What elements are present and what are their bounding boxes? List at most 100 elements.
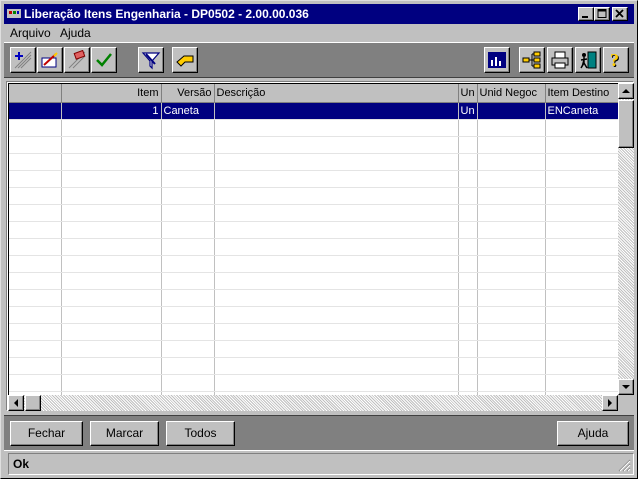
grid-cell[interactable] bbox=[214, 272, 459, 290]
vertical-scrollbar[interactable] bbox=[618, 83, 634, 395]
ajuda-button[interactable]: Ajuda bbox=[557, 421, 629, 446]
row-header[interactable] bbox=[9, 306, 62, 324]
grid-cell[interactable] bbox=[61, 221, 162, 239]
table-row-empty[interactable] bbox=[9, 272, 618, 290]
grid-cell[interactable] bbox=[214, 204, 459, 222]
grid-cell[interactable] bbox=[458, 204, 478, 222]
row-header[interactable] bbox=[9, 170, 62, 188]
grid-cell[interactable] bbox=[477, 187, 546, 205]
table-row-empty[interactable] bbox=[9, 187, 618, 205]
table-row-empty[interactable] bbox=[9, 255, 618, 273]
grid-cell[interactable] bbox=[61, 272, 162, 290]
grid-cell[interactable] bbox=[214, 340, 459, 358]
row-header[interactable] bbox=[9, 119, 62, 137]
row-header[interactable] bbox=[9, 255, 62, 273]
row-header[interactable] bbox=[9, 136, 62, 154]
grid-cell[interactable] bbox=[161, 340, 215, 358]
grid-cell[interactable] bbox=[545, 374, 618, 392]
grid-cell[interactable] bbox=[214, 323, 459, 341]
grid-cell[interactable] bbox=[161, 119, 215, 137]
grid-cell[interactable] bbox=[545, 340, 618, 358]
grid-cell[interactable] bbox=[477, 153, 546, 171]
grid-cell[interactable] bbox=[214, 119, 459, 137]
grid-cell[interactable] bbox=[214, 374, 459, 392]
row-header[interactable] bbox=[9, 102, 62, 120]
edit-button[interactable] bbox=[37, 47, 63, 73]
grid-cell[interactable] bbox=[545, 272, 618, 290]
row-header[interactable] bbox=[9, 357, 62, 375]
title-bar[interactable]: Liberação Itens Engenharia - DP0502 - 2.… bbox=[4, 4, 634, 24]
scroll-down-button[interactable] bbox=[618, 379, 634, 395]
grid-cell[interactable] bbox=[477, 357, 546, 375]
cell-item-destino[interactable]: ENCaneta bbox=[545, 102, 618, 120]
confirm-button[interactable] bbox=[91, 47, 117, 73]
grid-cell[interactable] bbox=[458, 221, 478, 239]
grid-cell[interactable] bbox=[477, 238, 546, 256]
grid-cell[interactable] bbox=[477, 255, 546, 273]
grid-cell[interactable] bbox=[477, 136, 546, 154]
grid-cell[interactable] bbox=[545, 187, 618, 205]
fechar-button[interactable]: Fechar bbox=[10, 421, 83, 446]
table-row[interactable]: 1 Caneta Un ENCaneta bbox=[9, 102, 618, 120]
grid-cell[interactable] bbox=[214, 238, 459, 256]
grid-cell[interactable] bbox=[458, 289, 478, 307]
todos-button[interactable]: Todos bbox=[166, 421, 235, 446]
grid-cell[interactable] bbox=[477, 306, 546, 324]
row-header[interactable] bbox=[9, 238, 62, 256]
row-header[interactable] bbox=[9, 187, 62, 205]
grid-cell[interactable] bbox=[545, 119, 618, 137]
grid-cell[interactable] bbox=[161, 306, 215, 324]
row-header[interactable] bbox=[9, 289, 62, 307]
row-header[interactable] bbox=[9, 340, 62, 358]
grid-cell[interactable] bbox=[545, 221, 618, 239]
col-header-un[interactable]: Un bbox=[458, 84, 478, 103]
add-button[interactable] bbox=[10, 47, 36, 73]
row-header[interactable] bbox=[9, 153, 62, 171]
grid-cell[interactable] bbox=[61, 170, 162, 188]
grid-cell[interactable] bbox=[161, 170, 215, 188]
goto-button[interactable] bbox=[172, 47, 198, 73]
horizontal-scroll-thumb[interactable] bbox=[25, 395, 41, 411]
grid-cell[interactable] bbox=[161, 272, 215, 290]
grid-cell[interactable] bbox=[477, 170, 546, 188]
cell-un[interactable]: Un bbox=[458, 102, 478, 120]
grid-cell[interactable] bbox=[161, 136, 215, 154]
menu-arquivo[interactable]: Arquivo bbox=[10, 26, 51, 40]
grid-cell[interactable] bbox=[545, 136, 618, 154]
grid-cell[interactable] bbox=[458, 323, 478, 341]
grid-cell[interactable] bbox=[545, 323, 618, 341]
grid-cell[interactable] bbox=[61, 204, 162, 222]
table-row-empty[interactable] bbox=[9, 170, 618, 188]
cell-descricao[interactable] bbox=[214, 102, 459, 120]
grid-cell[interactable] bbox=[458, 357, 478, 375]
maximize-button[interactable] bbox=[594, 7, 610, 21]
horizontal-scrollbar[interactable] bbox=[8, 395, 618, 411]
grid-cell[interactable] bbox=[61, 255, 162, 273]
grid-cell[interactable] bbox=[214, 306, 459, 324]
grid-cell[interactable] bbox=[61, 323, 162, 341]
grid-cell[interactable] bbox=[477, 119, 546, 137]
grid-cell[interactable] bbox=[214, 255, 459, 273]
grid-cell[interactable] bbox=[161, 289, 215, 307]
exit-button[interactable] bbox=[575, 47, 601, 73]
grid-cell[interactable] bbox=[477, 340, 546, 358]
scroll-up-button[interactable] bbox=[618, 83, 634, 99]
grid-cell[interactable] bbox=[458, 119, 478, 137]
grid-cell[interactable] bbox=[545, 289, 618, 307]
close-button[interactable] bbox=[612, 7, 628, 21]
grid-cell[interactable] bbox=[458, 238, 478, 256]
grid-cell[interactable] bbox=[545, 255, 618, 273]
grid-cell[interactable] bbox=[477, 374, 546, 392]
grid-cell[interactable] bbox=[161, 187, 215, 205]
col-header-item-destino[interactable]: Item Destino bbox=[545, 84, 618, 103]
grid-cell[interactable] bbox=[61, 238, 162, 256]
grid-cell[interactable] bbox=[458, 374, 478, 392]
grid-cell[interactable] bbox=[458, 170, 478, 188]
grid-cell[interactable] bbox=[214, 153, 459, 171]
print-button[interactable] bbox=[547, 47, 573, 73]
tree-button[interactable] bbox=[519, 47, 545, 73]
grid-cell[interactable] bbox=[214, 187, 459, 205]
grid-cell[interactable] bbox=[161, 323, 215, 341]
grid-cell[interactable] bbox=[545, 357, 618, 375]
scroll-left-button[interactable] bbox=[8, 395, 24, 411]
